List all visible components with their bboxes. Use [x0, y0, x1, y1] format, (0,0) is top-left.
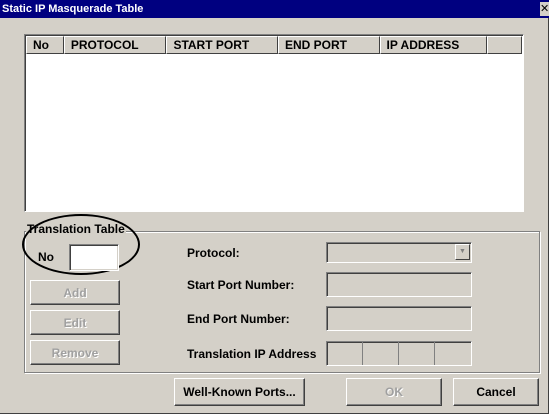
translation-ip-input[interactable] [326, 341, 472, 366]
add-button[interactable]: Add [30, 280, 120, 305]
ip-octet-2[interactable] [363, 342, 399, 365]
remove-button[interactable]: Remove [30, 340, 120, 365]
column-header-end-port[interactable]: END PORT [277, 36, 380, 54]
column-header-extra[interactable] [487, 36, 522, 54]
table-header: No PROTOCOL START PORT END PORT IP ADDRE… [26, 36, 522, 54]
start-port-label: Start Port Number: [187, 278, 295, 292]
cancel-button[interactable]: Cancel [453, 378, 539, 406]
translation-table-label: Translation Table [26, 222, 126, 236]
column-header-no[interactable]: No [26, 36, 64, 54]
ip-octet-4[interactable] [435, 342, 471, 365]
chevron-down-icon[interactable]: ▼ [455, 244, 470, 260]
well-known-ports-button[interactable]: Well-Known Ports... [174, 378, 305, 406]
ok-button[interactable]: OK [346, 378, 442, 406]
edit-button[interactable]: Edit [30, 310, 120, 335]
static-ip-masquerade-dialog: Static IP Masquerade Table ✕ No PROTOCOL… [0, 0, 549, 414]
column-header-start-port[interactable]: START PORT [166, 36, 278, 54]
ip-octet-1[interactable] [327, 342, 363, 365]
ip-octet-3[interactable] [399, 342, 435, 365]
protocol-select[interactable]: ▼ [326, 242, 472, 263]
end-port-input[interactable] [326, 306, 472, 331]
title-bar: Static IP Masquerade Table ✕ [0, 0, 549, 18]
column-header-ip-address[interactable]: IP ADDRESS [379, 36, 488, 54]
column-header-protocol[interactable]: PROTOCOL [63, 36, 167, 54]
no-label: No [38, 250, 54, 264]
protocol-label: Protocol: [187, 246, 240, 260]
no-input[interactable] [69, 244, 119, 271]
end-port-label: End Port Number: [187, 312, 290, 326]
masquerade-table[interactable]: No PROTOCOL START PORT END PORT IP ADDRE… [24, 34, 524, 212]
start-port-input[interactable] [326, 272, 472, 297]
table-body[interactable] [26, 54, 522, 210]
window-title: Static IP Masquerade Table [2, 3, 144, 15]
close-icon[interactable]: ✕ [540, 2, 549, 16]
translation-ip-label: Translation IP Address [187, 347, 317, 361]
